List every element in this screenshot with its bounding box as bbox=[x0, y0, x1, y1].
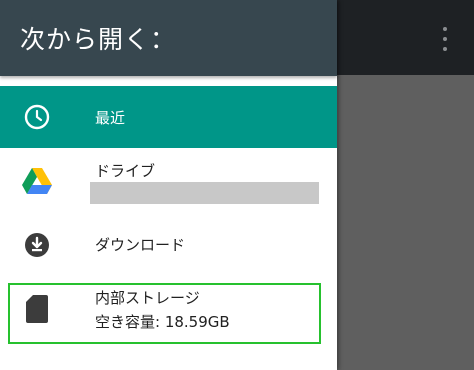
download-icon bbox=[22, 230, 52, 260]
drawer-item-drive[interactable]: ドライブ bbox=[0, 150, 337, 212]
drawer-item-recent[interactable]: 最近 bbox=[0, 86, 337, 148]
account-name-redacted bbox=[90, 182, 319, 204]
more-options-icon[interactable] bbox=[437, 27, 453, 51]
free-space-label: 空き容量: 18.59GB bbox=[95, 313, 230, 331]
drawer-item-label: ドライブ bbox=[95, 162, 156, 180]
sd-card-icon bbox=[22, 294, 52, 324]
drawer-item-label: ダウンロード bbox=[95, 236, 186, 254]
drawer-item-download[interactable]: ダウンロード bbox=[0, 214, 337, 274]
drawer-header: 次から開く： bbox=[0, 0, 337, 76]
drawer-item-label: 最近 bbox=[95, 109, 126, 127]
navigation-drawer: 次から開く： 最近 ドライブ ダウンロード 内部ストレージ 空き容量: 18.5… bbox=[0, 0, 337, 370]
google-drive-icon bbox=[22, 166, 52, 196]
drawer-item-label: 内部ストレージ bbox=[95, 289, 200, 307]
drawer-item-internal-storage[interactable]: 内部ストレージ 空き容量: 18.59GB bbox=[0, 280, 337, 344]
drawer-title: 次から開く： bbox=[20, 25, 177, 54]
clock-icon bbox=[22, 102, 52, 132]
